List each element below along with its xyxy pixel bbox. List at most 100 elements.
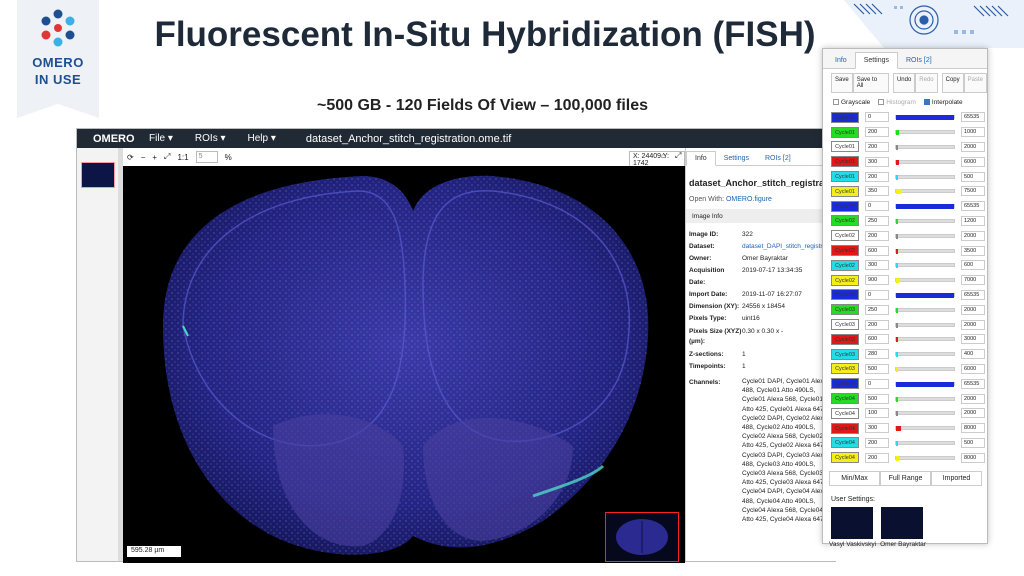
channel-min-input[interactable]: 250 — [865, 304, 889, 315]
channel-max-input[interactable]: 2000 — [961, 408, 985, 419]
zoom-input[interactable]: 5 — [195, 151, 218, 163]
channel-min-input[interactable]: 0 — [865, 289, 889, 300]
tab-rois[interactable]: ROIs [2] — [898, 53, 940, 68]
channel-toggle-button[interactable]: Cycle02 — [831, 259, 859, 271]
channel-min-input[interactable]: 280 — [865, 349, 889, 360]
image-info-header[interactable]: Image Info — [686, 209, 837, 223]
interpolate-checkbox[interactable]: Interpolate — [923, 99, 963, 106]
channel-toggle-button[interactable]: Cycle03 — [831, 304, 859, 316]
channel-max-input[interactable]: 8000 — [961, 423, 985, 434]
channel-max-input[interactable]: 8000 — [961, 452, 985, 463]
channel-min-input[interactable]: 600 — [865, 245, 889, 256]
channel-toggle-button[interactable]: Cycle04 — [831, 393, 859, 405]
channel-min-input[interactable]: 200 — [865, 230, 889, 241]
channel-min-input[interactable]: 200 — [865, 127, 889, 138]
channel-toggle-button[interactable]: Cycle02 — [831, 274, 859, 286]
channel-range-slider[interactable] — [895, 159, 955, 165]
channel-range-slider[interactable] — [895, 381, 955, 387]
channel-range-slider[interactable] — [895, 455, 955, 461]
channel-min-input[interactable]: 200 — [865, 437, 889, 448]
tab-rois[interactable]: ROIs [2] — [757, 152, 799, 165]
channel-min-input[interactable]: 300 — [865, 260, 889, 271]
menu-rois[interactable]: ROIs ▾ — [195, 133, 226, 144]
channel-max-input[interactable]: 3000 — [961, 334, 985, 345]
channel-max-input[interactable]: 2000 — [961, 304, 985, 315]
channel-max-input[interactable]: 1200 — [961, 215, 985, 226]
channel-min-input[interactable]: 0 — [865, 201, 889, 212]
channel-toggle-button[interactable]: Cycle03 — [831, 363, 859, 375]
channel-toggle-button[interactable]: Cycle04 — [831, 437, 859, 449]
home-icon[interactable]: ⌂ — [661, 151, 666, 160]
open-with-figure-link[interactable]: OMERO.figure — [726, 196, 772, 203]
image-canvas[interactable]: 595.28 µm — [123, 166, 685, 563]
channel-max-input[interactable]: 2000 — [961, 141, 985, 152]
channel-range-slider[interactable] — [895, 115, 955, 121]
ratio-button[interactable]: 1:1 — [177, 153, 188, 162]
channel-range-slider[interactable] — [895, 366, 955, 372]
channel-toggle-button[interactable]: Cycle04 — [831, 422, 859, 434]
channel-max-input[interactable]: 1000 — [961, 127, 985, 138]
channel-range-slider[interactable] — [895, 233, 955, 239]
channel-min-input[interactable]: 300 — [865, 156, 889, 167]
save-button[interactable]: Save — [831, 73, 853, 93]
channel-toggle-button[interactable]: Cycle01 — [831, 111, 859, 123]
omero-brand[interactable]: OMERO — [93, 133, 149, 145]
channel-min-input[interactable]: 250 — [865, 215, 889, 226]
tab-settings[interactable]: Settings — [716, 152, 757, 165]
channel-toggle-button[interactable]: Cycle04 — [831, 452, 859, 464]
channel-range-slider[interactable] — [895, 352, 955, 358]
user-settings-thumb[interactable] — [881, 507, 923, 540]
channel-min-input[interactable]: 200 — [865, 452, 889, 463]
channel-range-slider[interactable] — [895, 426, 955, 432]
tab-settings[interactable]: Settings — [854, 52, 898, 69]
channel-range-slider[interactable] — [895, 218, 955, 224]
channel-max-input[interactable]: 500 — [961, 437, 985, 448]
dataset-link[interactable]: dataset_DAPI_stitch_registrati — [742, 241, 832, 253]
channel-toggle-button[interactable]: Cycle03 — [831, 319, 859, 331]
channel-max-input[interactable]: 500 — [961, 171, 985, 182]
channel-range-slider[interactable] — [895, 292, 955, 298]
channel-min-input[interactable]: 200 — [865, 319, 889, 330]
channel-max-input[interactable]: 7000 — [961, 275, 985, 286]
refresh-icon[interactable]: ⟳ — [127, 153, 134, 162]
channel-range-slider[interactable] — [895, 174, 955, 180]
channel-toggle-button[interactable]: Cycle02 — [831, 230, 859, 242]
channel-toggle-button[interactable]: Cycle02 — [831, 245, 859, 257]
channel-min-input[interactable]: 200 — [865, 171, 889, 182]
tab-info[interactable]: Info — [686, 151, 716, 166]
channel-toggle-button[interactable]: Cycle01 — [831, 156, 859, 168]
menu-help[interactable]: Help ▾ — [248, 133, 276, 144]
channel-toggle-button[interactable]: Cycle01 — [831, 126, 859, 138]
channel-range-slider[interactable] — [895, 248, 955, 254]
fit-icon[interactable]: ⤢ — [164, 152, 170, 162]
channel-max-input[interactable]: 65535 — [961, 289, 985, 300]
paste-button[interactable]: Paste — [963, 73, 987, 93]
channel-max-input[interactable]: 600 — [961, 260, 985, 271]
channel-range-slider[interactable] — [895, 411, 955, 417]
channel-min-input[interactable]: 350 — [865, 186, 889, 197]
channel-range-slider[interactable] — [895, 189, 955, 195]
channel-max-input[interactable]: 2000 — [961, 393, 985, 404]
channel-range-slider[interactable] — [895, 204, 955, 210]
fullscreen-icon[interactable]: ⤢ — [675, 151, 681, 161]
channel-min-input[interactable]: 0 — [865, 112, 889, 123]
image-thumbnail[interactable] — [81, 162, 115, 188]
channel-max-input[interactable]: 6000 — [961, 156, 985, 167]
grayscale-checkbox[interactable]: Grayscale — [833, 99, 870, 106]
channel-min-input[interactable]: 600 — [865, 334, 889, 345]
channel-range-slider[interactable] — [895, 263, 955, 269]
redo-button[interactable]: Redo — [915, 73, 938, 93]
channel-toggle-button[interactable]: Cycle03 — [831, 289, 859, 301]
channel-toggle-button[interactable]: Cycle01 — [831, 185, 859, 197]
channel-range-slider[interactable] — [895, 130, 955, 136]
channel-toggle-button[interactable]: Cycle01 — [831, 141, 859, 153]
channel-range-slider[interactable] — [895, 322, 955, 328]
channel-min-input[interactable]: 500 — [865, 363, 889, 374]
channel-range-slider[interactable] — [895, 307, 955, 313]
tab-info[interactable]: Info — [827, 53, 855, 68]
channel-min-input[interactable]: 500 — [865, 393, 889, 404]
channel-max-input[interactable]: 6000 — [961, 363, 985, 374]
channel-max-input[interactable]: 2000 — [961, 230, 985, 241]
undo-button[interactable]: Undo — [892, 73, 916, 93]
channel-toggle-button[interactable]: Cycle02 — [831, 200, 859, 212]
